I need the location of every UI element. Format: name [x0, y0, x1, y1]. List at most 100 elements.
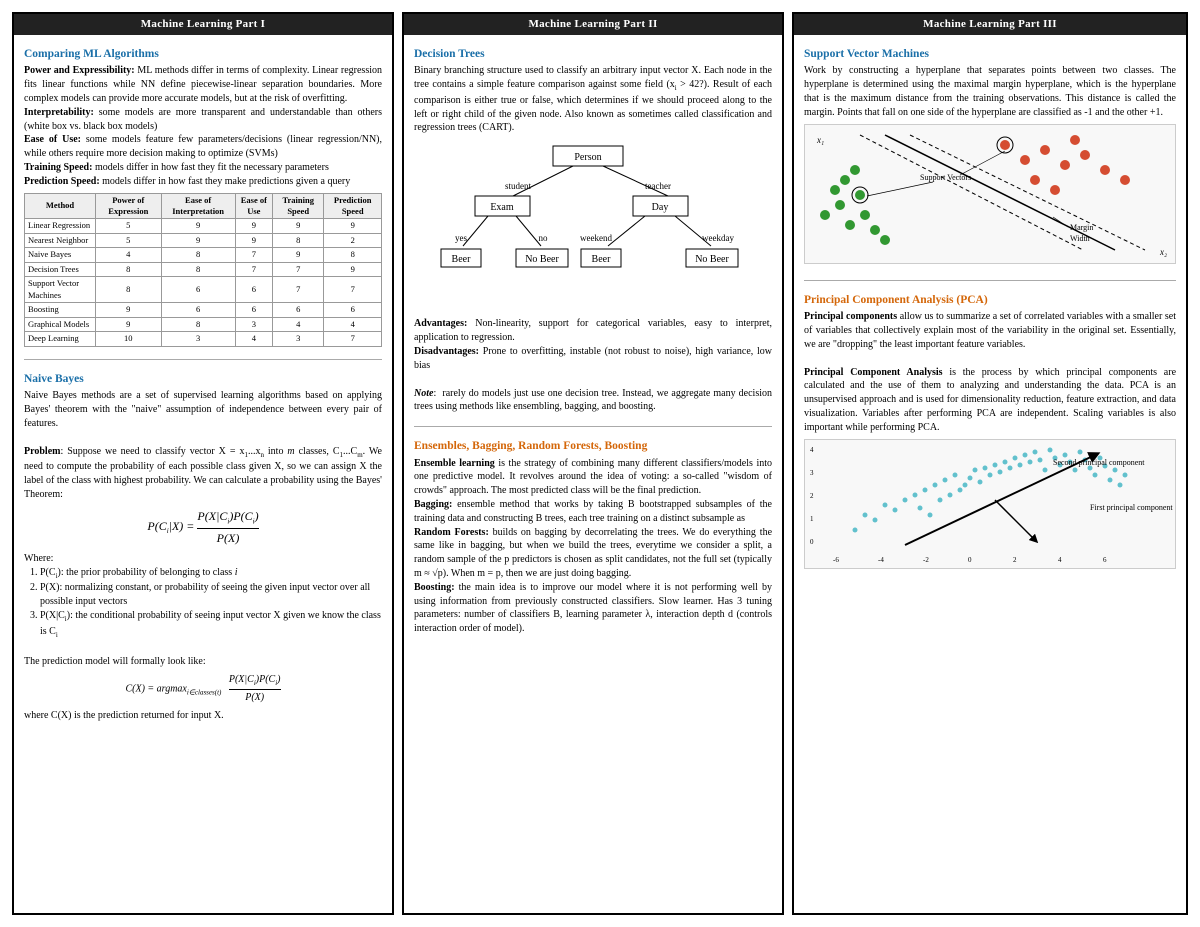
pca-title: Principal Component Analysis (PCA) — [804, 293, 1176, 309]
th-pred: Prediction Speed — [324, 193, 382, 219]
svg-text:2: 2 — [810, 492, 814, 500]
prediction-formula: C(X) = argmaxi∈classes(t) P(X|Ci)P(Ci) P… — [24, 673, 382, 705]
table-row: Nearest Neighbor59982 — [25, 233, 382, 247]
svg-text:-2: -2 — [923, 556, 929, 564]
th-ease: Ease of Use — [235, 193, 272, 219]
training-para: Training Speed: models differ in how fas… — [24, 161, 382, 175]
svg-text:Exam: Exam — [490, 202, 514, 213]
svg-text:No Beer: No Beer — [525, 254, 559, 265]
svg-text:weekend: weekend — [580, 233, 612, 243]
dt-title: Decision Trees — [414, 47, 772, 63]
svg-text:-4: -4 — [878, 556, 884, 564]
table-row: Support Vector Machines86677 — [25, 277, 382, 303]
where-list: P(Ci): the prior probability of belongin… — [24, 566, 382, 641]
list-item: P(Ci): the prior probability of belongin… — [40, 566, 382, 582]
boosting-para: Boosting: the main idea is to improve ou… — [414, 581, 772, 636]
th-train: Training Speed — [273, 193, 324, 219]
svg-text:weekday: weekday — [702, 233, 734, 243]
svg-text:0: 0 — [968, 556, 972, 564]
disadvantages-label: Disadvantages: — [414, 346, 479, 357]
power-para: Power and Expressibility: ML methods dif… — [24, 64, 382, 105]
nb-closing-1: The prediction model will formally look … — [24, 655, 382, 669]
dt-note: Note: rarely do models just use one deci… — [414, 387, 772, 415]
svm-intro: Work by constructing a hyperplane that s… — [804, 64, 1176, 119]
table-row: Deep Learning103437 — [25, 332, 382, 346]
table-row: Graphical Models98344 — [25, 317, 382, 331]
th-power: Power of Expression — [96, 193, 162, 219]
svg-text:-6: -6 — [833, 556, 839, 564]
naive-bayes-section: Naive Bayes Naive Bayes methods are a se… — [24, 372, 382, 723]
interpret-label: Interpretability: — [24, 107, 94, 118]
svg-text:Beer: Beer — [592, 254, 612, 265]
svg-text:Day: Day — [652, 202, 669, 213]
power-label: Power and Expressibility: — [24, 65, 135, 76]
ease-label: Ease of Use: — [24, 134, 81, 145]
compare-table: Method Power of Expression Ease of Inter… — [24, 193, 382, 347]
predict-text: models differ in how fast they make pred… — [102, 176, 350, 187]
svg-text:Margin: Margin — [1070, 223, 1093, 232]
divider-2 — [414, 426, 772, 427]
th-interp: Ease of Interpretation — [161, 193, 235, 219]
table-row: Linear Regression59999 — [25, 219, 382, 233]
dt-disadvantages: Disadvantages: Prone to overfitting, ins… — [414, 345, 772, 373]
decision-tree-diagram: Person student teacher Exam Day — [414, 141, 772, 311]
svg-text:2: 2 — [1013, 556, 1017, 564]
predict-label: Prediction Speed: — [24, 176, 100, 187]
table-row: Boosting96666 — [25, 303, 382, 317]
svg-text:yes: yes — [455, 233, 467, 243]
svg-text:Width: Width — [1070, 234, 1090, 243]
pca-section: Principal Component Analysis (PCA) Princ… — [804, 293, 1176, 573]
column-3: Machine Learning Part III Support Vector… — [792, 12, 1188, 915]
svg-text:4: 4 — [810, 446, 814, 454]
comparing-section: Comparing ML Algorithms Power and Expres… — [24, 47, 382, 347]
naive-bayes-title: Naive Bayes — [24, 372, 382, 388]
tree-svg: Person student teacher Exam Day — [433, 141, 753, 311]
nb-problem: Problem: Suppose we need to classify vec… — [24, 445, 382, 502]
svg-text:First principal component: First principal component — [1090, 503, 1173, 512]
training-label: Training Speed: — [24, 162, 92, 173]
dt-intro: Binary branching structure used to class… — [414, 64, 772, 135]
col1-header: Machine Learning Part I — [14, 14, 392, 35]
rf-para: Random Forests: builds on bagging by dec… — [414, 526, 772, 581]
col2-header: Machine Learning Part II — [404, 14, 782, 35]
table-row: Decision Trees88779 — [25, 262, 382, 276]
table-row: Naive Bayes48798 — [25, 248, 382, 262]
svg-text:4: 4 — [1058, 556, 1062, 564]
svg-text:teacher: teacher — [645, 181, 671, 191]
svg-text:1: 1 — [810, 515, 814, 523]
svg-text:6: 6 — [1103, 556, 1107, 564]
comparing-title: Comparing ML Algorithms — [24, 47, 382, 63]
svg-text:x₁: x₁ — [816, 135, 824, 145]
predict-para: Prediction Speed: models differ in how f… — [24, 175, 382, 189]
bagging-para: Bagging: ensemble method that works by t… — [414, 498, 772, 526]
column-2: Machine Learning Part II Decision Trees … — [402, 12, 784, 915]
list-item: P(X): normalizing constant, or probabili… — [40, 581, 382, 609]
divider-1 — [24, 359, 382, 360]
svg-text:No Beer: No Beer — [695, 254, 729, 265]
advantages-label: Advantages: — [414, 318, 467, 329]
svm-title: Support Vector Machines — [804, 47, 1176, 63]
svg-text:x₂: x₂ — [1159, 247, 1167, 257]
nb-closing-2: where C(X) is the prediction returned fo… — [24, 709, 382, 723]
divider-3 — [804, 280, 1176, 281]
svg-text:3: 3 — [810, 469, 814, 477]
page: Machine Learning Part I Comparing ML Alg… — [0, 0, 1200, 927]
ease-para: Ease of Use: some models feature few par… — [24, 133, 382, 161]
th-method: Method — [25, 193, 96, 219]
svg-text:Support Vectors: Support Vectors — [920, 173, 971, 182]
svm-chart: x₁ x₂ — [804, 124, 1176, 264]
svg-text:Second principal component: Second principal component — [1053, 458, 1145, 467]
nb-intro: Naive Bayes methods are a set of supervi… — [24, 389, 382, 430]
ensemble-para: Ensemble learning is the strategy of com… — [414, 457, 772, 498]
svg-text:Person: Person — [574, 152, 601, 163]
training-text: models differ in how fast they fit the n… — [95, 162, 329, 173]
col3-header: Machine Learning Part III — [794, 14, 1186, 35]
decision-trees-section: Decision Trees Binary branching structur… — [414, 47, 772, 414]
pca-chart: 4 3 2 1 0 -6 -4 -2 0 2 4 6 — [804, 439, 1176, 569]
column-1: Machine Learning Part I Comparing ML Alg… — [12, 12, 394, 915]
ensembles-section: Ensembles, Bagging, Random Forests, Boos… — [414, 439, 772, 636]
interpret-para: Interpretability: some models are more t… — [24, 106, 382, 134]
where-label: Where: — [24, 552, 382, 566]
bayes-formula: P(Ci|X) = P(X|Ci)P(Ci) P(X) — [24, 508, 382, 546]
pca-para-1: Principal components allow us to summari… — [804, 310, 1176, 351]
